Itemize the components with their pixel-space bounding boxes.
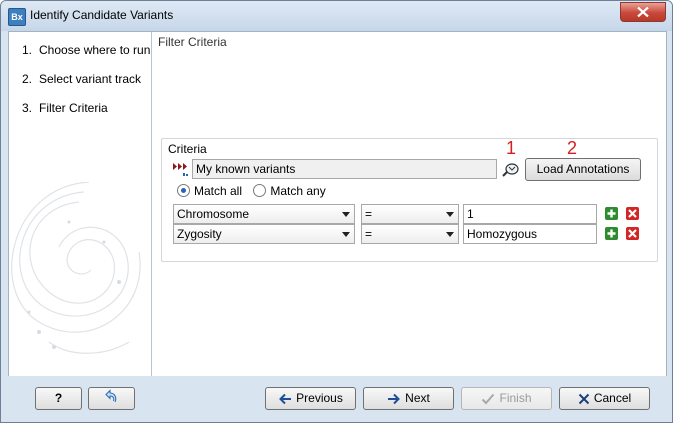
operator-select-value: =	[365, 207, 373, 221]
operator-select[interactable]: =	[361, 224, 459, 244]
wizard-step: 3. Filter Criteria	[9, 99, 151, 128]
step-label: Select variant track	[39, 72, 142, 86]
wizard-step: 1. Choose where to run	[9, 41, 151, 70]
variant-track-field[interactable]: My known variants	[192, 159, 497, 179]
remove-row-icon[interactable]	[626, 207, 639, 220]
match-mode-group: Match all Match any	[177, 182, 334, 200]
operator-select[interactable]: =	[361, 204, 459, 224]
match-all-radio[interactable]	[177, 184, 190, 197]
match-any-radio[interactable]	[253, 184, 267, 197]
match-all-label[interactable]: Match all	[194, 184, 242, 198]
close-icon	[637, 7, 649, 17]
finish-button[interactable]: Finish	[461, 387, 552, 410]
dialog-content: 1. Choose where to run 2. Select variant t…	[8, 31, 667, 378]
field-select-value: Chromosome	[177, 207, 250, 221]
arrow-left-icon	[279, 393, 292, 405]
browse-icon[interactable]	[502, 161, 520, 179]
finish-label: Finish	[499, 391, 532, 405]
previous-label: Previous	[296, 391, 343, 405]
app-icon: Bx	[8, 8, 26, 26]
dialog-window: Bx Identify Candidate Variants 1. Choose …	[0, 0, 673, 423]
value-input[interactable]: Homozygous	[463, 224, 597, 244]
match-all-option[interactable]: Match all	[177, 184, 250, 198]
previous-button[interactable]: Previous	[265, 387, 356, 410]
field-select[interactable]: Chromosome	[173, 204, 355, 224]
dialog-footer: ? Previous Next Finish Cancel	[1, 376, 672, 422]
checkmark-icon	[482, 393, 495, 405]
section-title: Filter Criteria	[158, 35, 227, 49]
window-title: Identify Candidate Variants	[30, 8, 174, 22]
variant-track-icon	[173, 163, 188, 176]
decorative-swirl-graphic	[11, 182, 141, 354]
add-row-icon[interactable]	[605, 227, 618, 240]
help-button[interactable]: ?	[35, 387, 82, 410]
step-label: Choose where to run	[39, 43, 151, 57]
step-number: 2.	[22, 72, 33, 86]
annotation-marker-2: 2	[567, 138, 578, 158]
match-any-label[interactable]: Match any	[270, 184, 325, 198]
annotation-marker-1: 1	[506, 138, 517, 158]
dropdown-arrow-icon	[446, 212, 454, 217]
reset-button[interactable]	[88, 387, 135, 410]
add-row-icon[interactable]	[605, 207, 618, 220]
step-label: Filter Criteria	[39, 101, 108, 115]
field-select[interactable]: Zygosity	[173, 224, 355, 244]
cancel-label: Cancel	[593, 391, 632, 405]
field-select-value: Zygosity	[177, 227, 222, 241]
dropdown-arrow-icon	[446, 232, 454, 237]
close-button[interactable]	[620, 2, 666, 22]
title-bar[interactable]: Bx Identify Candidate Variants	[1, 1, 672, 31]
remove-row-icon[interactable]	[626, 227, 639, 240]
arrow-right-icon	[388, 393, 401, 405]
criteria-group-title: Criteria	[166, 142, 209, 156]
match-any-option[interactable]: Match any	[253, 184, 333, 198]
cancel-button[interactable]: Cancel	[559, 387, 650, 410]
filter-criteria-pane: Filter Criteria Criteria My known varian…	[152, 32, 666, 377]
value-input[interactable]: 1	[463, 204, 597, 224]
wizard-steps-pane: 1. Choose where to run 2. Select variant t…	[9, 32, 152, 377]
dropdown-arrow-icon	[342, 212, 350, 217]
step-number: 1.	[22, 43, 33, 57]
load-annotations-button[interactable]: Load Annotations	[525, 158, 641, 181]
step-number: 3.	[22, 101, 33, 115]
next-button[interactable]: Next	[363, 387, 454, 410]
dropdown-arrow-icon	[342, 232, 350, 237]
wizard-steps: 1. Choose where to run 2. Select variant t…	[9, 41, 151, 128]
wizard-step: 2. Select variant track	[9, 70, 151, 99]
close-icon	[578, 393, 590, 405]
next-label: Next	[405, 391, 430, 405]
operator-select-value: =	[365, 227, 373, 241]
undo-icon	[104, 389, 116, 403]
